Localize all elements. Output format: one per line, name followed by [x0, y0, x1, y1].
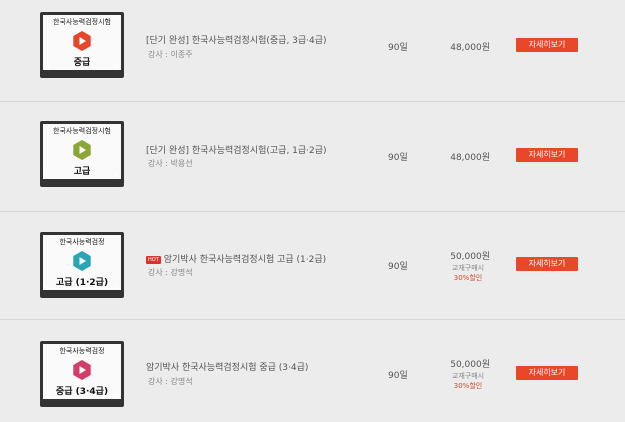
course-price: 50,000원 [450, 360, 490, 370]
course-thumbnail[interactable]: 한국사능력검정 고급 (1·2급) ✕ [40, 232, 124, 298]
detail-button[interactable]: 자세히보기 [516, 38, 578, 52]
course-title[interactable]: [단기 완성] 한국사능력검정시험(고급, 1급·2급) [146, 143, 327, 156]
course-row: 한국사능력검정시험 중급 ✕ [단기 완성] 한국사능력검정시험(중급, 3급·… [0, 0, 625, 102]
thumbnail-dot [46, 175, 49, 178]
course-price: 48,000원 [450, 153, 490, 163]
course-period: 90일 [388, 153, 408, 163]
thumbnail-title: 한국사능력검정시험 [53, 127, 111, 135]
thumbnail-dot [46, 66, 49, 69]
course-teacher: 강사 : 이종주 [148, 50, 193, 59]
play-icon [73, 31, 91, 51]
discount-note: 교재구매시 30%할인 [448, 263, 488, 283]
course-list: 한국사능력검정시험 중급 ✕ [단기 완성] 한국사능력검정시험(중급, 3급·… [0, 0, 625, 422]
course-teacher: 강사 : 박용선 [148, 159, 193, 168]
course-thumbnail[interactable]: 한국사능력검정시험 고급 ✕ [40, 121, 124, 187]
play-icon [73, 251, 91, 271]
discount-note: 교재구매시 30%할인 [448, 371, 488, 391]
detail-button[interactable]: 자세히보기 [516, 257, 578, 271]
course-title-text: [단기 완성] 한국사능력검정시험(중급, 3급·4급) [146, 36, 327, 46]
course-title-text: 암기박사 한국사능력검정시험 중급 (3·4급) [146, 363, 309, 373]
discount-note-line2: 30%할인 [453, 274, 483, 282]
course-row: 한국사능력검정 고급 (1·2급) ✕ HOT 암기박사 한국사능력검정시험 고급… [0, 211, 625, 320]
course-thumbnail[interactable]: 한국사능력검정 중급 (3·4급) ✕ [40, 341, 124, 407]
course-price: 48,000원 [450, 43, 490, 53]
thumbnail-level: 고급 (1·2급) [55, 278, 109, 288]
detail-button[interactable]: 자세히보기 [516, 148, 578, 162]
thumbnail-close-icon: ✕ [112, 283, 118, 290]
course-teacher: 강사 : 강명석 [148, 268, 193, 277]
thumbnail-dot [46, 395, 49, 398]
course-row: 한국사능력검정 중급 (3·4급) ✕ 암기박사 한국사능력검정시험 중급 (3… [0, 319, 625, 422]
course-period: 90일 [388, 43, 408, 53]
discount-note-line1: 교재구매시 [451, 372, 485, 380]
discount-note-line2: 30%할인 [453, 382, 483, 390]
course-period: 90일 [388, 262, 408, 272]
detail-button[interactable]: 자세히보기 [516, 366, 578, 380]
thumbnail-title: 한국사능력검정시험 [53, 18, 111, 26]
course-title[interactable]: HOT 암기박사 한국사능력검정시험 고급 (1·2급) [146, 252, 326, 265]
play-icon [73, 360, 91, 380]
course-title[interactable]: 암기박사 한국사능력검정시험 중급 (3·4급) [146, 360, 308, 373]
course-title-text: [단기 완성] 한국사능력검정시험(고급, 1급·2급) [146, 146, 327, 156]
thumbnail-title: 한국사능력검정 [59, 238, 105, 246]
course-title-text: 암기박사 한국사능력검정시험 고급 (1·2급) [163, 255, 327, 265]
course-thumbnail[interactable]: 한국사능력검정시험 중급 ✕ [40, 12, 124, 78]
thumbnail-title: 한국사능력검정 [59, 347, 105, 355]
discount-note-line1: 교재구매시 [451, 264, 485, 272]
thumbnail-close-icon: ✕ [112, 63, 118, 70]
course-period: 90일 [388, 371, 408, 381]
thumbnail-close-icon: ✕ [112, 172, 118, 179]
course-teacher: 강사 : 강명석 [148, 377, 193, 386]
course-price: 50,000원 [450, 252, 490, 262]
thumbnail-level: 고급 [73, 167, 91, 177]
course-row: 한국사능력검정시험 고급 ✕ [단기 완성] 한국사능력검정시험(고급, 1급·… [0, 101, 625, 212]
thumbnail-level: 중급 [73, 58, 91, 68]
thumbnail-close-icon: ✕ [112, 392, 118, 399]
hot-badge: HOT [146, 255, 161, 264]
thumbnail-dot [46, 286, 49, 289]
play-icon [73, 140, 91, 160]
course-title[interactable]: [단기 완성] 한국사능력검정시험(중급, 3급·4급) [146, 33, 327, 46]
thumbnail-level: 중급 (3·4급) [55, 387, 109, 397]
